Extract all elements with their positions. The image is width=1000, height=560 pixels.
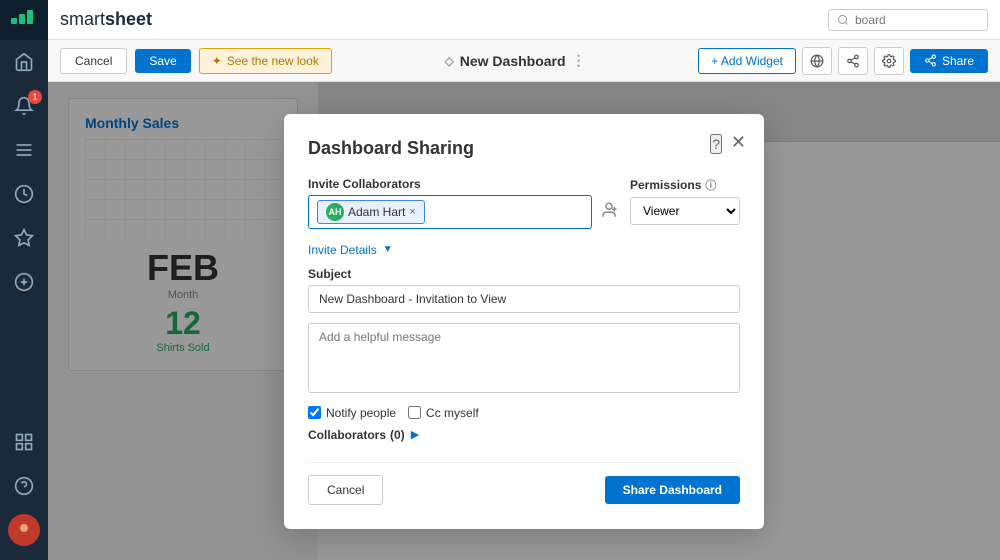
tag-remove-button[interactable]: × (409, 206, 415, 218)
add-widget-button[interactable]: + Add Widget (698, 48, 796, 74)
sidebar-item-home[interactable] (0, 40, 48, 84)
modal-share-button[interactable]: Share Dashboard (605, 476, 740, 504)
search-box[interactable] (828, 9, 988, 31)
checkbox-row: Notify people Cc myself (308, 406, 740, 420)
collaborators-expand-button[interactable]: ▶ (411, 428, 419, 441)
title-divider-icon: ◇ (445, 54, 454, 68)
permissions-label: Permissions ⓘ (630, 177, 740, 193)
sidebar-bottom (0, 420, 48, 560)
sidebar-item-notifications[interactable]: 1 (0, 84, 48, 128)
sidebar-item-apps[interactable] (0, 420, 48, 464)
notify-checkbox-label[interactable]: Notify people (308, 406, 396, 420)
cc-checkbox[interactable] (408, 406, 421, 419)
modal-cancel-button[interactable]: Cancel (308, 475, 383, 505)
invite-details-arrow-icon: ▼ (383, 244, 393, 255)
cancel-button[interactable]: Cancel (60, 48, 127, 74)
add-collaborator-icon[interactable] (600, 201, 618, 222)
sidebar-item-browse[interactable] (0, 128, 48, 172)
topbar: smartsheet (48, 0, 1000, 40)
content-area: Monthly Sales FEB Month 12 Shirts Sold 7… (48, 82, 1000, 560)
app-name: smartsheet (60, 9, 152, 30)
new-look-button[interactable]: ✦ See the new look (199, 48, 332, 74)
collaborators-label: Collaborators (0) (308, 428, 405, 442)
subject-group: Subject (308, 267, 740, 313)
dashboard-title: ◇ New Dashboard ⋮ (340, 52, 690, 69)
search-input[interactable] (855, 13, 965, 27)
notify-checkbox[interactable] (308, 406, 321, 419)
collaborators-row: Collaborators (0) ▶ (308, 428, 740, 442)
cc-checkbox-label[interactable]: Cc myself (408, 406, 479, 420)
subject-input[interactable] (308, 285, 740, 313)
modal-overlay[interactable]: Dashboard Sharing ? ✕ Invite Collaborato… (48, 82, 1000, 560)
sidebar-item-new[interactable] (0, 260, 48, 304)
invite-group: Invite Collaborators AH Adam Hart × (308, 177, 618, 229)
invite-box[interactable]: AH Adam Hart × (308, 195, 592, 229)
permissions-select[interactable]: Viewer Editor Admin (630, 197, 740, 225)
message-textarea[interactable] (308, 323, 740, 393)
modal-title: Dashboard Sharing (308, 138, 740, 159)
modal-help-button[interactable]: ? (710, 134, 722, 154)
title-menu-icon[interactable]: ⋮ (572, 52, 586, 69)
notification-badge: 1 (28, 90, 42, 104)
permissions-group: Permissions ⓘ Viewer Editor Admin (630, 177, 740, 225)
sidebar: 1 (0, 0, 48, 560)
collaborator-avatar: AH (326, 203, 344, 221)
collaborator-tag: AH Adam Hart × (317, 200, 425, 224)
main-area: smartsheet Cancel Save ✦ See the new loo… (48, 0, 1000, 560)
user-avatar (8, 514, 40, 546)
settings-button[interactable] (874, 47, 904, 75)
sharing-modal: Dashboard Sharing ? ✕ Invite Collaborato… (284, 114, 764, 529)
sidebar-item-help[interactable] (0, 464, 48, 508)
invite-row: Invite Collaborators AH Adam Hart × (308, 177, 740, 229)
sidebar-item-favorites[interactable] (0, 216, 48, 260)
invite-label: Invite Collaborators (308, 177, 618, 191)
search-icon (837, 14, 849, 26)
connections-button[interactable] (838, 47, 868, 75)
modal-close-button[interactable]: ✕ (731, 132, 746, 153)
logo-icon (11, 10, 37, 30)
sparkle-icon: ✦ (212, 54, 222, 68)
globe-button[interactable] (802, 47, 832, 75)
sidebar-item-recent[interactable] (0, 172, 48, 216)
modal-footer: Cancel Share Dashboard (308, 462, 740, 505)
save-button[interactable]: Save (135, 49, 190, 73)
share-icon (924, 54, 937, 67)
permissions-info-icon[interactable]: ⓘ (705, 177, 716, 193)
collaborator-name: Adam Hart (348, 205, 405, 219)
subject-label: Subject (308, 267, 740, 281)
share-button[interactable]: Share (910, 49, 988, 73)
actionbar: Cancel Save ✦ See the new look ◇ New Das… (48, 40, 1000, 82)
invite-details-toggle[interactable]: Invite Details ▼ (308, 243, 740, 257)
actionbar-right: + Add Widget Share (698, 47, 988, 75)
logo-area (0, 0, 48, 40)
sidebar-item-avatar[interactable] (0, 508, 48, 552)
